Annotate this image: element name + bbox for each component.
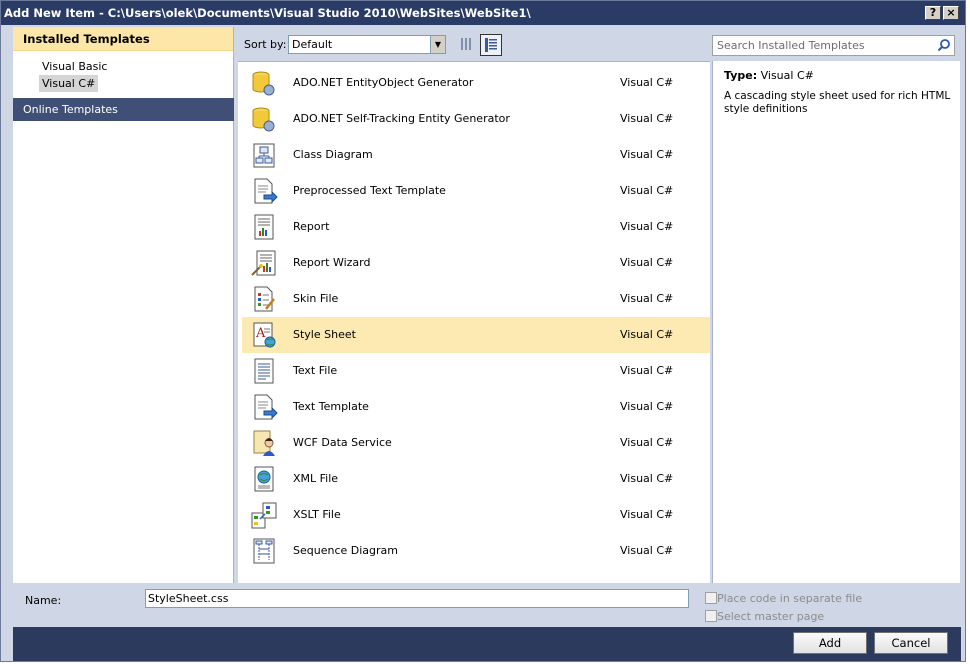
sort-by-select[interactable]: Default ▼: [288, 35, 446, 54]
checkbox-box: [705, 610, 717, 622]
template-details-panel: Type: Visual C# A cascading style sheet …: [712, 61, 960, 583]
template-list: ADO.NET EntityObject Generator Visual C#…: [238, 61, 710, 583]
class-diagram-icon: [253, 143, 275, 168]
name-bar: Name: StyleSheet.css Place code in separ…: [13, 583, 961, 627]
xml-file-icon: [254, 466, 274, 492]
template-row-xslt-file[interactable]: XSLT File Visual C#: [242, 497, 710, 533]
sort-by-value: Default: [292, 38, 333, 51]
template-row-text-file[interactable]: Text File Visual C#: [242, 353, 710, 389]
chevron-down-icon[interactable]: ▼: [430, 36, 445, 53]
wcf-service-icon: [253, 430, 275, 456]
list-toolbar: Sort by: Default ▼: [238, 32, 710, 58]
database-gear-icon: [252, 107, 275, 132]
title-bar: Add New Item - C:\Users\olek\Documents\V…: [1, 1, 965, 25]
svg-text:A: A: [255, 326, 266, 341]
tree-item-visual-basic[interactable]: Visual Basic: [39, 58, 110, 75]
search-input[interactable]: Search Installed Templates: [712, 35, 955, 56]
master-page-checkbox: Select master page: [705, 609, 955, 625]
close-button[interactable]: ×: [943, 6, 959, 20]
text-template-icon: [254, 178, 278, 204]
details-view-button[interactable]: [480, 34, 502, 56]
sequence-diagram-icon: [253, 538, 275, 564]
type-label: Type:: [724, 69, 758, 82]
template-row-style-sheet[interactable]: A Style Sheet Visual C#: [242, 317, 710, 353]
search-placeholder: Search Installed Templates: [717, 39, 865, 52]
separate-file-checkbox: Place code in separate file: [705, 591, 955, 607]
medium-icons-view-button[interactable]: [456, 34, 478, 56]
template-row-report-wizard[interactable]: Report Wizard Visual C#: [242, 245, 710, 281]
template-row-class-diagram[interactable]: Class Diagram Visual C#: [242, 137, 710, 173]
template-row-text-template[interactable]: Text Template Visual C#: [242, 389, 710, 425]
template-type: Type: Visual C#: [724, 69, 814, 82]
checkbox-box: [705, 592, 717, 604]
dialog-footer: Add Cancel: [13, 627, 961, 661]
list-view-icon: [485, 38, 497, 52]
template-row-ado-entityobject[interactable]: ADO.NET EntityObject Generator Visual C#: [242, 65, 710, 101]
xslt-file-icon: [251, 502, 277, 529]
grid-view-icon: [461, 38, 471, 50]
template-row-ado-selftracking[interactable]: ADO.NET Self-Tracking Entity Generator V…: [242, 101, 710, 137]
template-row-xml-file[interactable]: XML File Visual C#: [242, 461, 710, 497]
tree-item-visual-csharp[interactable]: Visual C#: [39, 75, 99, 92]
master-page-label: Select master page: [717, 610, 825, 623]
template-row-wcf-data-service[interactable]: WCF Data Service Visual C#: [242, 425, 710, 461]
add-button[interactable]: Add: [793, 632, 867, 654]
add-new-item-dialog: Add New Item - C:\Users\olek\Documents\V…: [0, 0, 966, 662]
sort-by-label: Sort by:: [244, 38, 287, 51]
window-title: Add New Item - C:\Users\olek\Documents\V…: [4, 6, 531, 20]
text-file-icon: [254, 358, 274, 384]
template-description: A cascading style sheet used for rich HT…: [724, 90, 951, 115]
search-icon[interactable]: [937, 38, 951, 52]
template-row-sequence-diagram[interactable]: Sequence Diagram Visual C#: [242, 533, 710, 569]
stylesheet-icon: A: [253, 322, 276, 348]
template-row-report[interactable]: Report Visual C#: [242, 209, 710, 245]
text-template-icon: [254, 394, 278, 420]
report-icon: [254, 214, 274, 240]
report-wizard-icon: [251, 250, 276, 276]
template-row-skin-file[interactable]: Skin File Visual C#: [242, 281, 710, 317]
separate-file-label: Place code in separate file: [717, 592, 863, 605]
online-templates-item[interactable]: Online Templates: [13, 98, 234, 121]
name-label: Name:: [25, 594, 62, 607]
help-button[interactable]: ?: [925, 6, 941, 20]
type-value: Visual C#: [760, 69, 814, 82]
database-gear-icon: [252, 71, 275, 96]
name-field[interactable]: StyleSheet.css: [145, 589, 689, 608]
skin-file-icon: [254, 286, 275, 312]
installed-templates-header[interactable]: Installed Templates: [13, 27, 233, 51]
template-tree-panel: Installed Templates Visual Basic Visual …: [13, 27, 234, 583]
cancel-button[interactable]: Cancel: [874, 632, 948, 654]
template-row-preprocessed-text-template[interactable]: Preprocessed Text Template Visual C#: [242, 173, 710, 209]
